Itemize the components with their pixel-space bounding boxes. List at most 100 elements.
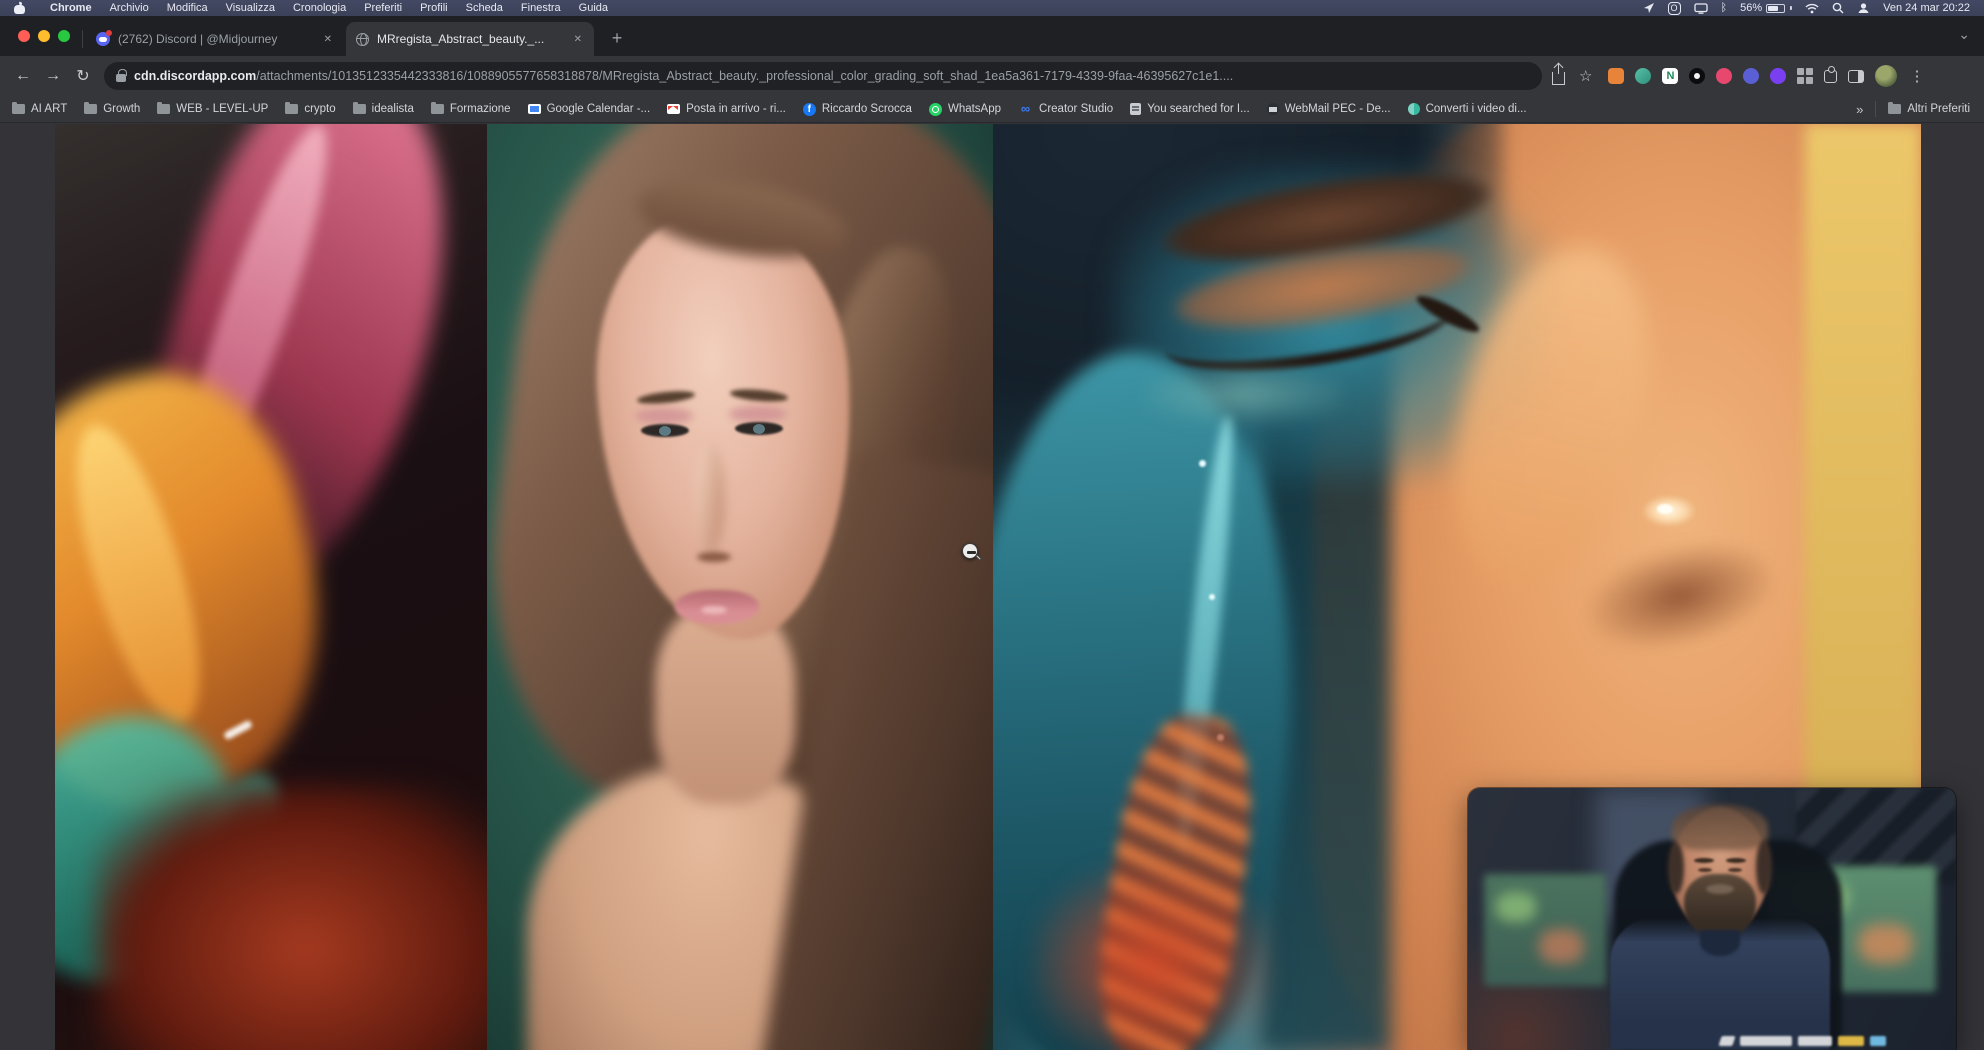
folder-icon (12, 104, 25, 114)
presenter-brow (1726, 858, 1746, 863)
url-path: /attachments/1013512335442333816/1088905… (256, 69, 1233, 83)
extension-teal-icon[interactable] (1635, 68, 1651, 84)
extension-indigo-icon[interactable] (1743, 68, 1759, 84)
folder-icon (431, 104, 444, 114)
profile-avatar[interactable] (1875, 65, 1897, 87)
bookmark-gmail[interactable]: Posta in arrivo - ri... (667, 103, 786, 115)
side-panel-icon[interactable] (1848, 70, 1864, 83)
zoom-window-button[interactable] (58, 30, 70, 42)
bookmark-folder-crypto[interactable]: crypto (285, 103, 335, 115)
menubar-clock[interactable]: Ven 24 mar 20:22 (1883, 2, 1970, 14)
menu-cronologia[interactable]: Cronologia (284, 0, 355, 16)
close-window-button[interactable] (18, 30, 30, 42)
other-bookmarks-folder[interactable]: Altri Preferiti (1888, 103, 1970, 115)
minimize-window-button[interactable] (38, 30, 50, 42)
extension-pink-icon[interactable] (1716, 68, 1732, 84)
tab-image-viewer[interactable]: MRregista_Abstract_beauty._... ✕ (346, 22, 594, 56)
menu-chrome[interactable]: Chrome (41, 0, 101, 16)
extensions-puzzle-icon[interactable] (1824, 70, 1837, 83)
left-monitor (1484, 874, 1606, 986)
apple-menu-icon[interactable] (14, 2, 25, 14)
red-accent-shape (1033, 864, 1273, 1050)
bookmark-facebook[interactable]: fRiccardo Scrocca (803, 103, 912, 116)
share-icon[interactable] (1552, 72, 1565, 85)
bookmark-whatsapp[interactable]: WhatsApp (929, 103, 1001, 116)
bookmark-creator-studio[interactable]: ∞Creator Studio (1018, 103, 1113, 116)
bookmark-folder-formazione[interactable]: Formazione (431, 103, 511, 115)
bookmark-folder-growth[interactable]: Growth (84, 103, 140, 115)
macos-menubar: Chrome Archivio Modifica Visualizza Cron… (0, 0, 1984, 16)
chrome-tabstrip: (2762) Discord | @Midjourney ✕ MRregista… (0, 16, 1984, 56)
globe-favicon (356, 33, 369, 46)
bookmark-google-calendar[interactable]: Google Calendar -... (528, 103, 651, 115)
bluetooth-icon[interactable]: ᛒ (1721, 2, 1728, 14)
discord-favicon (96, 32, 110, 46)
tab-search-icon[interactable]: ⌄ (1958, 26, 1970, 43)
sparkle-dot (1209, 594, 1215, 600)
folder-icon (157, 104, 170, 114)
facebook-icon: f (803, 103, 816, 116)
whatsapp-icon (929, 103, 942, 116)
menu-scheda[interactable]: Scheda (457, 0, 512, 16)
tab-close-icon[interactable]: ✕ (572, 32, 584, 47)
reload-button[interactable]: ↻ (68, 66, 98, 86)
chrome-menu-icon[interactable]: ⋮ (1909, 67, 1924, 85)
bookmarks-overflow-icon[interactable]: » (1856, 102, 1863, 117)
tab-close-icon[interactable]: ✕ (322, 32, 334, 47)
search-icon[interactable] (1832, 2, 1844, 14)
menu-modifica[interactable]: Modifica (158, 0, 217, 16)
folder-icon (285, 104, 298, 114)
menu-finestra[interactable]: Finestra (512, 0, 570, 16)
wifi-icon[interactable] (1805, 3, 1819, 14)
omnibox-actions: ☆ (1552, 67, 1592, 85)
extension-black-icon[interactable] (1689, 68, 1705, 84)
folder-icon (1888, 104, 1901, 114)
bookmark-star-icon[interactable]: ☆ (1579, 67, 1592, 85)
url-text[interactable]: cdn.discordapp.com/attachments/101351233… (134, 69, 1233, 83)
app-o-icon[interactable]: O (1668, 2, 1681, 15)
menu-profili[interactable]: Profili (411, 0, 457, 16)
menu-visualizza[interactable]: Visualizza (217, 0, 284, 16)
left-iris-shape (659, 426, 671, 436)
nose-specular-dot (1657, 504, 1673, 514)
url-host: cdn.discordapp.com (134, 69, 256, 83)
battery-indicator[interactable]: 56% (1740, 2, 1792, 14)
location-icon[interactable] (1643, 2, 1655, 14)
red-glow-shape (95, 784, 487, 1050)
new-tab-button[interactable]: + (604, 26, 630, 52)
bookmark-folder-idealista[interactable]: idealista (353, 103, 414, 115)
bookmark-folder-ai-art[interactable]: AI ART (12, 103, 67, 115)
converter-icon (1408, 103, 1420, 115)
presenter-brow (1694, 858, 1714, 863)
gmail-icon (667, 104, 680, 114)
sparkle-dot (1199, 460, 1206, 467)
bookmark-converti-video[interactable]: Converti i video di... (1408, 103, 1527, 115)
folder-icon (84, 104, 97, 114)
extension-orange-icon[interactable] (1608, 68, 1624, 84)
address-bar[interactable]: cdn.discordapp.com/attachments/101351233… (104, 62, 1542, 90)
extension-notion-icon[interactable]: N (1662, 68, 1678, 84)
extension-purple-icon[interactable] (1770, 68, 1786, 84)
google-calendar-icon (528, 104, 541, 114)
menu-archivio[interactable]: Archivio (101, 0, 158, 16)
chrome-toolbar: ← → ↻ cdn.discordapp.com/attachments/101… (0, 56, 1984, 96)
extension-grid-icon[interactable] (1797, 68, 1813, 84)
control-center-icon[interactable] (1857, 2, 1870, 14)
extensions-row: N (1608, 65, 1897, 87)
window-controls (18, 30, 70, 42)
bookmark-you-searched[interactable]: You searched for I... (1130, 103, 1250, 115)
bookmarks-bar: AI ART Growth WEB - LEVEL-UP crypto idea… (0, 96, 1984, 123)
display-icon[interactable] (1694, 3, 1708, 14)
menu-guida[interactable]: Guida (570, 0, 617, 16)
forward-button[interactable]: → (38, 67, 68, 85)
menu-preferiti[interactable]: Preferiti (355, 0, 411, 16)
tab-discord[interactable]: (2762) Discord | @Midjourney ✕ (86, 22, 344, 56)
desktop: Chrome Archivio Modifica Visualizza Cron… (0, 0, 1984, 1050)
bookmark-folder-web-level-up[interactable]: WEB - LEVEL-UP (157, 103, 268, 115)
undereye-reflection-shape (1143, 364, 1343, 424)
presenter-mustache-shape (1706, 884, 1734, 894)
bookmark-webmail-pec[interactable]: WebMail PEC - De... (1267, 103, 1391, 115)
lock-icon[interactable] (116, 74, 126, 82)
back-button[interactable]: ← (8, 67, 38, 85)
watermark-partial (1720, 1034, 1890, 1048)
